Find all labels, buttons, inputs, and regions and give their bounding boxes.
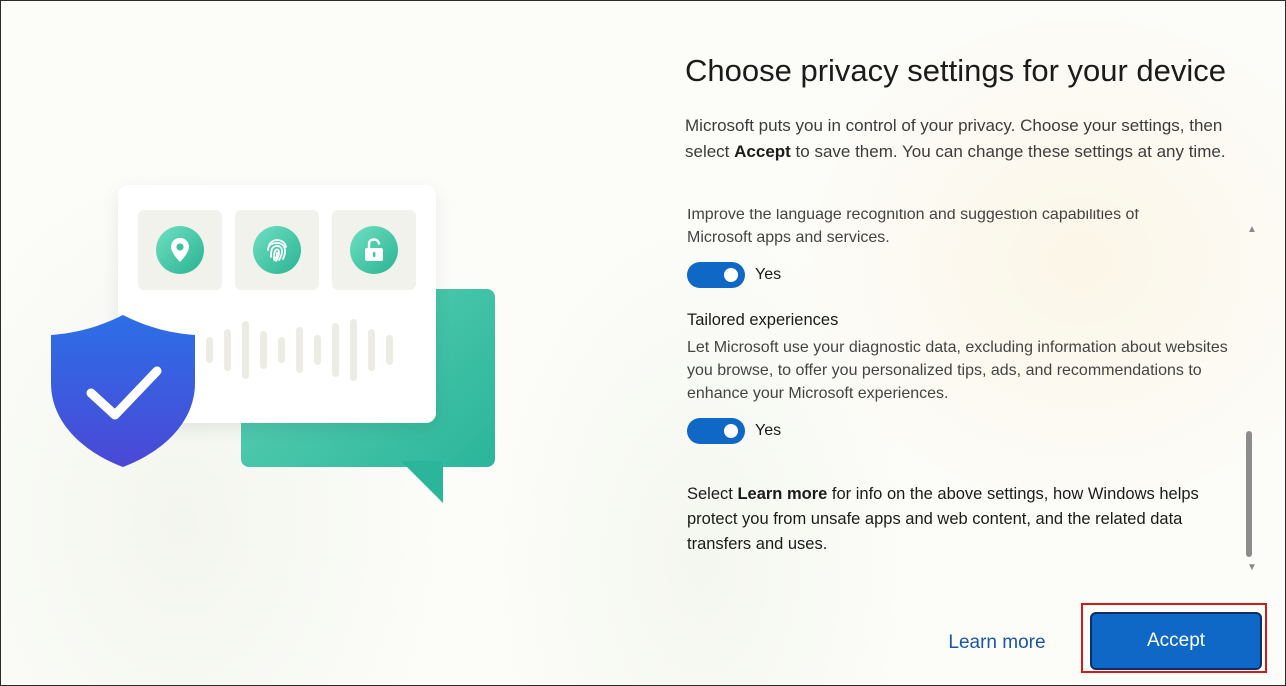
shield-check-icon	[51, 315, 195, 467]
settings-scrollbar[interactable]: ▲ ▼	[1241, 219, 1263, 579]
chat-bubble-tail	[401, 461, 443, 503]
unlock-icon	[350, 226, 398, 274]
intro-text-part2: to save them. You can change these setti…	[790, 142, 1226, 161]
tailored-experiences-description: Let Microsoft use your diagnostic data, …	[687, 339, 1228, 402]
accept-button[interactable]: Accept	[1090, 612, 1262, 670]
voice-wave-graphic	[206, 319, 393, 381]
learn-info-prefix: Select	[687, 485, 738, 503]
inking-description: Microsoft apps and services.	[687, 229, 890, 246]
settings-list: Improve the language recognition and sug…	[687, 209, 1239, 557]
inking-toggle-label: Yes	[755, 266, 782, 283]
learn-info-bold: Learn more	[737, 485, 828, 503]
location-pin-icon	[156, 226, 204, 274]
fingerprint-tile	[235, 210, 319, 290]
settings-scroll-area[interactable]: Improve the language recognition and sug…	[687, 209, 1239, 581]
fingerprint-icon	[253, 226, 301, 274]
scroll-down-icon[interactable]: ▼	[1241, 559, 1263, 577]
tailored-experiences-toggle[interactable]	[687, 418, 745, 444]
lock-tile	[332, 210, 416, 290]
tailored-toggle-row: Yes	[687, 418, 1239, 444]
inking-description-cut: Improve the language recognition and sug…	[687, 209, 1139, 223]
tailored-experiences-title: Tailored experiences	[687, 311, 839, 329]
privacy-illustration	[1, 1, 621, 685]
inking-toggle[interactable]	[687, 262, 745, 288]
toggle-knob	[724, 424, 738, 438]
learn-more-link[interactable]: Learn more	[933, 626, 1061, 660]
accept-button-label: Accept	[1146, 630, 1206, 651]
toggle-knob	[724, 268, 738, 282]
scrollbar-thumb[interactable]	[1246, 431, 1252, 557]
inking-toggle-row: Yes	[687, 262, 1239, 288]
location-tile	[138, 210, 222, 290]
intro-text: Microsoft puts you in control of your pr…	[685, 113, 1263, 165]
scroll-up-icon[interactable]: ▲	[1241, 221, 1263, 239]
tailored-toggle-label: Yes	[755, 422, 782, 439]
intro-accept-bold: Accept	[734, 142, 791, 161]
privacy-settings-window: Choose privacy settings for your device …	[0, 0, 1286, 686]
learn-more-info-text: Select Learn more for info on the above …	[687, 482, 1239, 557]
page-title: Choose privacy settings for your device	[685, 53, 1227, 88]
